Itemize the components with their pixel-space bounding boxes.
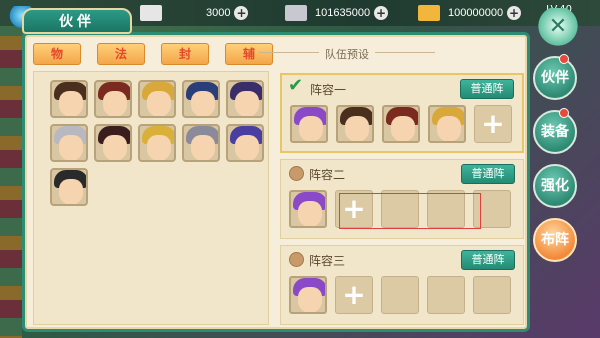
- roster-hero-card[interactable]: [50, 124, 88, 162]
- formation-mode-button[interactable]: 普通阵: [461, 164, 515, 184]
- resource-value: 3000: [206, 7, 231, 19]
- side-tab[interactable]: 布阵: [533, 218, 577, 262]
- add-hero-slot[interactable]: +: [474, 105, 512, 143]
- filter-tab-seal[interactable]: 封: [161, 43, 209, 65]
- portrait-face: [147, 135, 171, 160]
- resource-value: 100000000: [448, 7, 504, 19]
- gold-bar-icon: [418, 5, 440, 21]
- lineup-header: ✔ 阵容一 普通阵: [282, 75, 522, 101]
- team-preset-title: 队伍预设: [259, 48, 435, 61]
- roster-hero-card[interactable]: [182, 124, 220, 162]
- portrait-face: [345, 116, 369, 141]
- lineup-header: 阵容三 普通阵: [281, 246, 523, 272]
- roster-hero-card[interactable]: [226, 80, 264, 118]
- resource-value: 101635000: [315, 7, 371, 19]
- silver-ingot-icon: [285, 5, 307, 21]
- roster-hero-card[interactable]: [50, 80, 88, 118]
- formation-mode-button[interactable]: 普通阵: [460, 79, 514, 99]
- portrait-face: [299, 116, 323, 141]
- lineup-name: 阵容二: [309, 168, 346, 182]
- notification-badge: [559, 108, 569, 118]
- lineup-hero-slot[interactable]: [289, 190, 327, 228]
- filter-tab-magic[interactable]: 法: [97, 43, 145, 65]
- lineup-card: ✔ 阵容一 普通阵 +: [280, 73, 524, 153]
- portrait-face: [235, 135, 259, 160]
- empty-hero-slot[interactable]: [381, 276, 419, 314]
- lineup-hero-slot[interactable]: [428, 105, 466, 143]
- notification-badge: [559, 54, 569, 64]
- portrait-face: [191, 91, 215, 116]
- unselected-radio[interactable]: [289, 252, 304, 267]
- lineup-name: 阵容三: [309, 254, 346, 268]
- roster-hero-card[interactable]: [138, 124, 176, 162]
- side-tab[interactable]: 强化: [533, 164, 577, 208]
- lineup-header: 阵容二 普通阵: [281, 160, 523, 186]
- portrait-face: [59, 179, 83, 204]
- roster-hero-card[interactable]: [138, 80, 176, 118]
- portrait-face: [103, 135, 127, 160]
- side-tab[interactable]: 装备: [533, 108, 577, 154]
- checkmark-icon: ✔: [288, 75, 304, 96]
- resource-scroll: 3000 +: [140, 4, 249, 22]
- scroll-icon: [140, 5, 162, 21]
- side-tab[interactable]: 伙伴: [533, 54, 577, 100]
- lineup-hero-slot[interactable]: [289, 276, 327, 314]
- add-hero-slot[interactable]: +: [335, 276, 373, 314]
- portrait-face: [235, 91, 259, 116]
- unselected-radio[interactable]: [289, 166, 304, 181]
- resource-gold: 100000000 +: [418, 4, 522, 22]
- filter-tab-physical[interactable]: 物: [33, 43, 81, 65]
- empty-hero-slot[interactable]: [473, 276, 511, 314]
- resource-silver: 101635000 +: [285, 4, 389, 22]
- roster-hero-card[interactable]: [94, 124, 132, 162]
- lineup-hero-slot[interactable]: [382, 105, 420, 143]
- portrait-face: [298, 201, 322, 226]
- roster-hero-card[interactable]: [94, 80, 132, 118]
- portrait-face: [298, 287, 322, 312]
- lineup-hero-slot[interactable]: [336, 105, 374, 143]
- lineup-name: 阵容一: [310, 83, 347, 97]
- portrait-face: [59, 135, 83, 160]
- selection-highlight: [339, 193, 481, 229]
- close-button[interactable]: ✕: [538, 8, 578, 48]
- lineup-card: 阵容三 普通阵 +: [280, 245, 524, 325]
- portrait-face: [391, 116, 415, 141]
- window-title: 伙伴: [22, 8, 132, 34]
- add-silver-button[interactable]: +: [374, 6, 389, 20]
- roster-hero-card[interactable]: [226, 124, 264, 162]
- partner-roster: [33, 71, 269, 325]
- portrait-face: [191, 135, 215, 160]
- portrait-face: [59, 91, 83, 116]
- partner-panel: 物 法 封 辅 队伍预设 ✔ 阵容一 普通阵 + 阵容二 普通阵 + 阵容三 普通阵 +: [22, 32, 530, 332]
- formation-mode-button[interactable]: 普通阵: [461, 250, 515, 270]
- filter-tabs: 物 法 封 辅: [33, 43, 273, 67]
- empty-hero-slot[interactable]: [427, 276, 465, 314]
- roster-hero-card[interactable]: [50, 168, 88, 206]
- background-scene: [0, 0, 22, 338]
- roster-hero-card[interactable]: [182, 80, 220, 118]
- lineup-hero-slot[interactable]: [290, 105, 328, 143]
- portrait-face: [147, 91, 171, 116]
- add-scroll-button[interactable]: +: [234, 6, 249, 20]
- portrait-face: [103, 91, 127, 116]
- add-gold-button[interactable]: +: [507, 6, 522, 20]
- portrait-face: [437, 116, 461, 141]
- filter-tab-support[interactable]: 辅: [225, 43, 273, 65]
